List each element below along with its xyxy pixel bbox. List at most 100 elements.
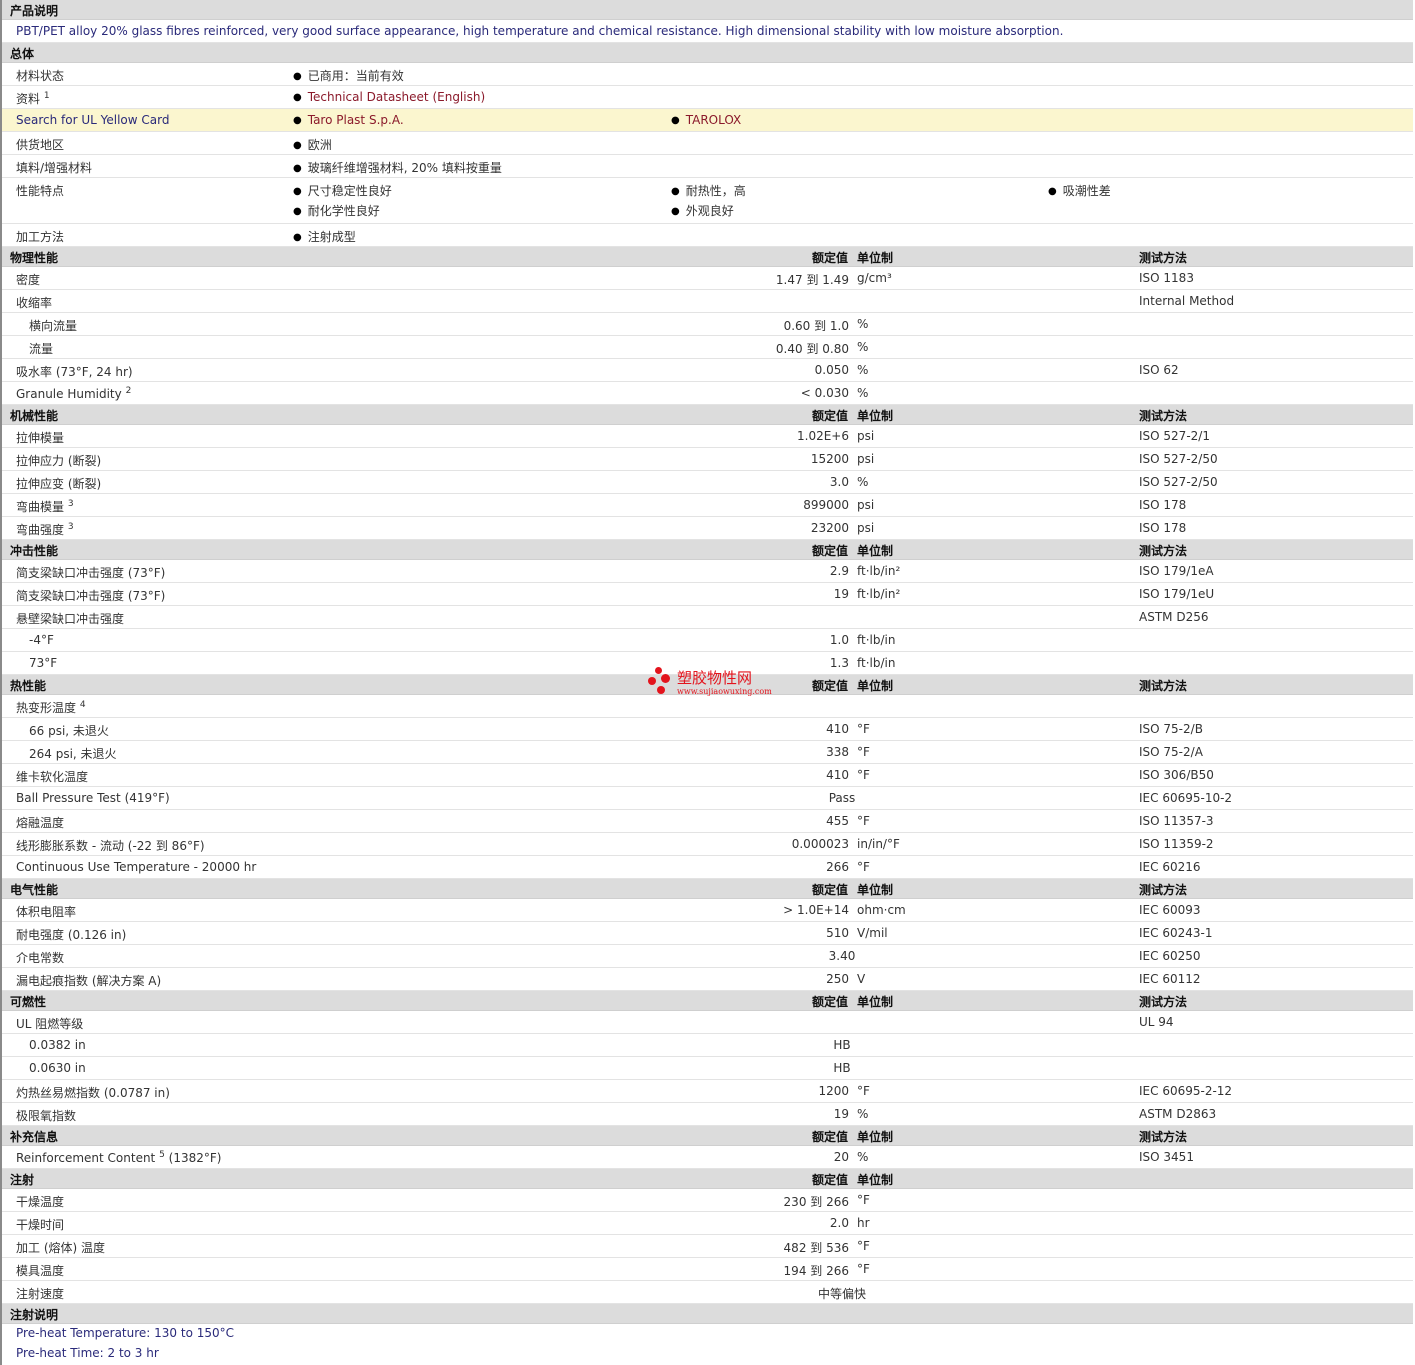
property-unit: g/cm³ [857, 271, 892, 285]
test-method: ISO 179/1eU [1139, 587, 1215, 601]
feature-item: 外观良好 [671, 202, 734, 219]
ul-yellow-card-link[interactable]: Search for UL Yellow Card [16, 113, 169, 127]
property-label: 注射速度 [16, 1287, 65, 1301]
col-header-unit: 单位制 [857, 409, 894, 423]
test-method: IEC 60695-10-2 [1139, 791, 1233, 805]
section-title: 注射说明 [10, 1308, 59, 1322]
property-row: UL 阻燃等级 UL 94 [2, 1011, 1413, 1034]
section-header-physical: 物理性能 额定值 单位制 测试方法 [2, 247, 1413, 267]
property-label: 悬壁梁缺口冲击强度 [16, 612, 125, 626]
test-method: Internal Method [1139, 294, 1235, 308]
property-value: 3.0 [829, 475, 849, 489]
property-row: 拉伸应力 (断裂) 15200 psi ISO 527-2/50 [2, 448, 1413, 471]
property-label: 漏电起痕指数 (解决方案 A) [16, 974, 162, 988]
property-unit: ohm·cm [857, 903, 906, 917]
test-method: ASTM D256 [1139, 610, 1209, 624]
section-header-general: 总体 [2, 43, 1413, 63]
row-value: 已商用：当前有效 [293, 67, 404, 84]
test-method: ISO 1183 [1139, 271, 1194, 285]
property-row: 极限氧指数 19% ASTM D2863 [2, 1103, 1413, 1126]
property-row: 熔融温度 455 °F ISO 11357-3 [2, 810, 1413, 833]
property-row: Granule Humidity 2 < 0.030% [2, 382, 1413, 405]
property-row: 收缩率 Internal Method [2, 290, 1413, 313]
property-label: 吸水率 (73°F, 24 hr) [16, 365, 133, 379]
test-method: ISO 178 [1139, 521, 1187, 535]
datasheet: 产品说明 PBT/PET alloy 20% glass fibres rein… [0, 0, 1413, 1365]
property-row: 66 psi, 未退火 410 °F ISO 75-2/B [2, 718, 1413, 741]
property-label: Continuous Use Temperature - 20000 hr [16, 860, 257, 874]
section-title: 可燃性 [10, 995, 47, 1009]
row-material-status: 材料状态 已商用：当前有效 [2, 63, 1413, 86]
property-label: 拉伸应变 (断裂) [16, 477, 102, 491]
test-method: ISO 75-2/A [1139, 745, 1203, 759]
brand-link[interactable]: TAROLOX [686, 113, 742, 127]
property-row: 拉伸应变 (断裂) 3.0% ISO 527-2/50 [2, 471, 1413, 494]
property-label: 热变形温度 4 [16, 700, 86, 715]
property-row: -4°F 1.0 ft·lb/in [2, 629, 1413, 652]
property-value: 19 [833, 1107, 849, 1121]
feature-item: 耐热性，高 [671, 182, 746, 199]
property-row: 弯曲强度 3 23200 psi ISO 178 [2, 517, 1413, 540]
test-method: ISO 527-2/1 [1139, 429, 1210, 443]
property-value: 1.3 [829, 656, 849, 670]
property-unit: % [857, 475, 869, 489]
supplier-item: Taro Plast S.p.A. [293, 113, 404, 127]
property-row: 0.0382 in HB [2, 1034, 1413, 1057]
watermark-title: 塑胶物性网 [677, 669, 753, 687]
property-row: 横向流量 0.60 到 1.0% [2, 313, 1413, 336]
property-row: Ball Pressure Test (419°F) Pass IEC 60695-… [2, 787, 1413, 810]
section-title: 热性能 [10, 679, 47, 693]
property-row: Continuous Use Temperature - 20000 hr 266… [2, 856, 1413, 879]
property-value: 1200 [818, 1084, 849, 1098]
watermark-logo: 塑胶物性网 www.sujiaowuxing.com [647, 666, 787, 700]
technical-datasheet-link[interactable]: Technical Datasheet (English) [308, 90, 485, 104]
property-value: 510 [826, 926, 849, 940]
property-row: 简支梁缺口冲击强度 (73°F) 2.9 ft·lb/in² ISO 179/1eA [2, 560, 1413, 583]
property-label: 0.0630 in [29, 1061, 86, 1075]
property-value: 2.9 [829, 564, 849, 578]
property-unit: % [857, 1150, 869, 1164]
row-label: 加工方法 [16, 230, 65, 244]
property-value: 中等偏快 [817, 1287, 866, 1301]
property-label: 73°F [29, 656, 58, 670]
test-method: IEC 60112 [1139, 972, 1201, 986]
property-unit: °F [857, 722, 870, 736]
property-row: 线形膨胀系数 - 流动 (-22 到 86°F) 0.000023 in/in/°F… [2, 833, 1413, 856]
section-title: 冲击性能 [10, 544, 59, 558]
property-row: 模具温度 194 到 266 °F [2, 1258, 1413, 1281]
property-label: 干燥温度 [16, 1195, 65, 1209]
test-method: IEC 60695-2-12 [1139, 1084, 1233, 1098]
row-processing: 加工方法 注射成型 [2, 224, 1413, 247]
test-method: ISO 62 [1139, 363, 1179, 377]
section-header-electrical: 电气性能 额定值 单位制 测试方法 [2, 879, 1413, 899]
footnote-marker: 2 [125, 386, 132, 396]
property-row: 注射速度 中等偏快 [2, 1281, 1413, 1304]
col-header-unit: 单位制 [857, 679, 894, 693]
property-value: 482 到 536 [783, 1241, 849, 1255]
property-label: 灼热丝易燃指数 (0.0787 in) [16, 1086, 170, 1100]
col-header-method: 测试方法 [1139, 883, 1188, 897]
property-unit: % [857, 317, 869, 331]
property-row: 介电常数 3.40 IEC 60250 [2, 945, 1413, 968]
section-title: 产品说明 [10, 4, 59, 18]
property-unit: ft·lb/in² [857, 587, 901, 601]
property-unit: % [857, 340, 869, 354]
property-value: < 0.030 [800, 386, 849, 400]
property-unit: °F [857, 1084, 870, 1098]
property-label: UL 阻燃等级 [16, 1017, 84, 1031]
row-label: 填料/增强材料 [16, 161, 93, 175]
property-value: 338 [826, 745, 849, 759]
property-unit: ft·lb/in² [857, 564, 901, 578]
col-header-unit: 单位制 [857, 1173, 894, 1187]
property-value: HB [833, 1038, 851, 1052]
property-value: HB [833, 1061, 851, 1075]
test-method: ISO 11357-3 [1139, 814, 1214, 828]
section-header-impact: 冲击性能 额定值 单位制 测试方法 [2, 540, 1413, 560]
property-label: 线形膨胀系数 - 流动 (-22 到 86°F) [16, 839, 205, 853]
property-label: Granule Humidity 2 [16, 386, 132, 401]
property-value: 3.40 [828, 949, 856, 963]
property-label: 横向流量 [29, 319, 78, 333]
property-unit: psi [857, 498, 875, 512]
supplier-link[interactable]: Taro Plast S.p.A. [308, 113, 404, 127]
property-unit: % [857, 363, 869, 377]
